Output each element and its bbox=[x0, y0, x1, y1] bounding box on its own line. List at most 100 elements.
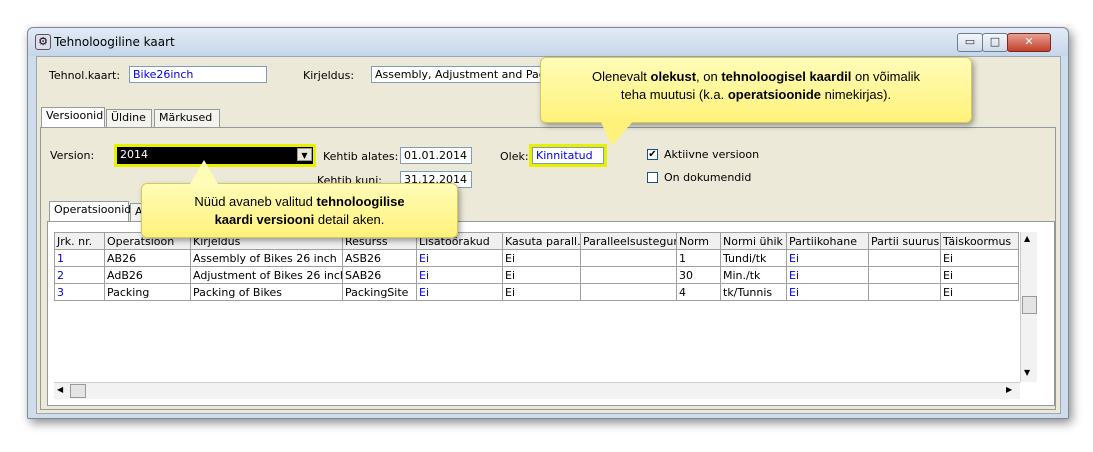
cell-kasuta[interactable]: Ei bbox=[502, 283, 581, 301]
callout-text: detail aken. bbox=[314, 212, 385, 227]
cell-jrk[interactable]: 2 bbox=[54, 266, 105, 284]
callout-version-pointer bbox=[190, 160, 218, 184]
title-bar[interactable]: ⚙ Tehnoloogiline kaart ▭ □ ✕ bbox=[28, 28, 1068, 56]
callout-bold: olekust bbox=[650, 69, 697, 84]
minimize-button[interactable]: ▭ bbox=[957, 33, 983, 52]
chevron-down-icon[interactable]: ▼ bbox=[297, 148, 312, 161]
callout-olek-line1: Olenevalt olekust, on tehnoloogisel kaar… bbox=[541, 58, 971, 86]
version-combo-value: 2014 bbox=[120, 148, 148, 161]
cell-kasuta[interactable]: Ei bbox=[502, 249, 581, 267]
vertical-scrollbar[interactable]: ▲ ▼ bbox=[1020, 232, 1037, 382]
aktiivne-label: Aktiivne versioon bbox=[664, 148, 760, 161]
horizontal-scrollbar[interactable]: ◀ ▶ bbox=[54, 382, 1020, 399]
cell-unit[interactable]: Min./tk bbox=[720, 266, 787, 284]
callout-text: teha muutusi (k.a. bbox=[620, 87, 728, 102]
callout-version: Nüüd avaneb valitud tehnoloogilise kaard… bbox=[141, 183, 458, 238]
callout-text: Nüüd avaneb valitud bbox=[194, 194, 317, 209]
cell-norm[interactable]: 30 bbox=[676, 266, 721, 284]
version-label: Version: bbox=[50, 149, 95, 162]
cell-norm[interactable]: 1 bbox=[676, 249, 721, 267]
hscroll-thumb[interactable] bbox=[70, 384, 86, 398]
cell-suurus[interactable] bbox=[868, 283, 941, 301]
cell-lisa[interactable]: Ei bbox=[416, 266, 503, 284]
cell-res[interactable]: SAB26 bbox=[342, 266, 417, 284]
tab-uldine[interactable]: Üldine bbox=[106, 109, 152, 127]
olek-label: Olek: bbox=[500, 150, 529, 163]
cell-par[interactable] bbox=[580, 249, 677, 267]
cell-suurus[interactable] bbox=[868, 249, 941, 267]
scroll-left-arrow-icon[interactable]: ◀ bbox=[57, 385, 63, 394]
dokumendid-label: On dokumendid bbox=[664, 171, 752, 184]
cell-partii[interactable]: Ei bbox=[786, 266, 869, 284]
callout-bold: operatsioonide bbox=[727, 87, 822, 102]
tab-versioonid[interactable]: Versioonid bbox=[41, 107, 105, 127]
kehtib-alates-field[interactable]: 01.01.2014 bbox=[400, 147, 472, 164]
cell-kasuta[interactable]: Ei bbox=[502, 266, 581, 284]
cell-jrk[interactable]: 3 bbox=[54, 283, 105, 301]
scroll-down-arrow-icon[interactable]: ▼ bbox=[1024, 368, 1030, 377]
callout-text: nimekirjas). bbox=[821, 87, 892, 102]
callout-olek-line2: teha muutusi (k.a. operatsioonide nimeki… bbox=[541, 86, 971, 104]
cell-unit[interactable]: tk/Tunnis bbox=[720, 283, 787, 301]
column-header[interactable]: Täiskoormus bbox=[940, 232, 1019, 250]
callout-bold: tehnoloogilise bbox=[316, 194, 405, 209]
cell-desc[interactable]: Adjustment of Bikes 26 inch bbox=[190, 266, 343, 284]
scrollbar-thumb[interactable] bbox=[1022, 296, 1037, 314]
operatsioonid-panel: Jrk. nr. Operatsioon Kirjeldus Resurss L… bbox=[47, 221, 1055, 406]
callout-text: Olenevalt bbox=[591, 69, 651, 84]
cell-par[interactable] bbox=[580, 283, 677, 301]
cell-tais[interactable]: Ei bbox=[940, 249, 1019, 267]
cell-desc[interactable]: Packing of Bikes bbox=[190, 283, 343, 301]
olek-field[interactable]: Kinnitatud bbox=[529, 144, 607, 167]
callout-bold: tehnoloogisel kaardil bbox=[721, 69, 852, 84]
column-header[interactable]: Kasuta parall. bbox=[502, 232, 581, 250]
callout-text: on võimalik bbox=[851, 69, 921, 84]
tab-markused[interactable]: Märkused bbox=[154, 109, 220, 127]
cell-partii[interactable]: Ei bbox=[786, 249, 869, 267]
cell-op[interactable]: Packing bbox=[104, 283, 191, 301]
tehnol-kaart-label: Tehnol.kaart: bbox=[49, 69, 121, 82]
tehnol-kaart-field[interactable]: Bike26inch bbox=[129, 66, 267, 83]
cell-tais[interactable]: Ei bbox=[940, 266, 1019, 284]
table-row[interactable]: 1 AB26 Assembly of Bikes 26 inch ASB26 E… bbox=[54, 249, 1019, 267]
cell-res[interactable]: ASB26 bbox=[342, 249, 417, 267]
cell-norm[interactable]: 4 bbox=[676, 283, 721, 301]
callout-bold: kaardi versiooni bbox=[214, 212, 315, 227]
cell-partii[interactable]: Ei bbox=[786, 283, 869, 301]
column-header[interactable]: Norm bbox=[676, 232, 721, 250]
tab-operatsioonid[interactable]: Operatsioonid bbox=[49, 201, 131, 221]
kirjeldus-label: Kirjeldus: bbox=[303, 69, 355, 82]
scroll-right-arrow-icon[interactable]: ▶ bbox=[1006, 385, 1012, 394]
callout-version-line2: kaardi versiooni detail aken. bbox=[142, 211, 457, 229]
cell-desc[interactable]: Assembly of Bikes 26 inch bbox=[190, 249, 343, 267]
column-header[interactable]: Partii suurus bbox=[868, 232, 941, 250]
cell-unit[interactable]: Tundi/tk bbox=[720, 249, 787, 267]
cell-res[interactable]: PackingSite bbox=[342, 283, 417, 301]
cell-suurus[interactable] bbox=[868, 266, 941, 284]
cell-lisa[interactable]: Ei bbox=[416, 249, 503, 267]
table-row[interactable]: 2 AdB26 Adjustment of Bikes 26 inch SAB2… bbox=[54, 266, 1019, 284]
app-gear-icon: ⚙ bbox=[35, 34, 51, 50]
column-header[interactable]: Partiikohane bbox=[786, 232, 869, 250]
aktiivne-checkbox[interactable]: ✔ bbox=[647, 149, 658, 160]
column-header[interactable]: Normi ühik bbox=[720, 232, 787, 250]
column-header[interactable]: Paralleelsustegur bbox=[580, 232, 677, 250]
table-row[interactable]: 3 Packing Packing of Bikes PackingSite E… bbox=[54, 283, 1019, 301]
dokumendid-checkbox[interactable] bbox=[647, 172, 658, 183]
scroll-up-arrow-icon[interactable]: ▲ bbox=[1024, 234, 1030, 243]
column-header[interactable]: Jrk. nr. bbox=[54, 232, 105, 250]
operations-table: Jrk. nr. Operatsioon Kirjeldus Resurss L… bbox=[54, 232, 1019, 301]
cell-par[interactable] bbox=[580, 266, 677, 284]
callout-text: , on bbox=[696, 69, 722, 84]
cell-tais[interactable]: Ei bbox=[940, 283, 1019, 301]
cell-jrk[interactable]: 1 bbox=[54, 249, 105, 267]
cell-lisa[interactable]: Ei bbox=[416, 283, 503, 301]
cell-op[interactable]: AdB26 bbox=[104, 266, 191, 284]
cell-op[interactable]: AB26 bbox=[104, 249, 191, 267]
callout-version-line1: Nüüd avaneb valitud tehnoloogilise bbox=[142, 184, 457, 211]
window-title: Tehnoloogiline kaart bbox=[54, 35, 175, 49]
callout-olek: Olenevalt olekust, on tehnoloogisel kaar… bbox=[540, 57, 972, 123]
kehtib-alates-label: Kehtib alates: bbox=[323, 150, 399, 163]
close-button[interactable]: ✕ bbox=[1007, 33, 1051, 52]
maximize-button[interactable]: □ bbox=[982, 33, 1008, 52]
